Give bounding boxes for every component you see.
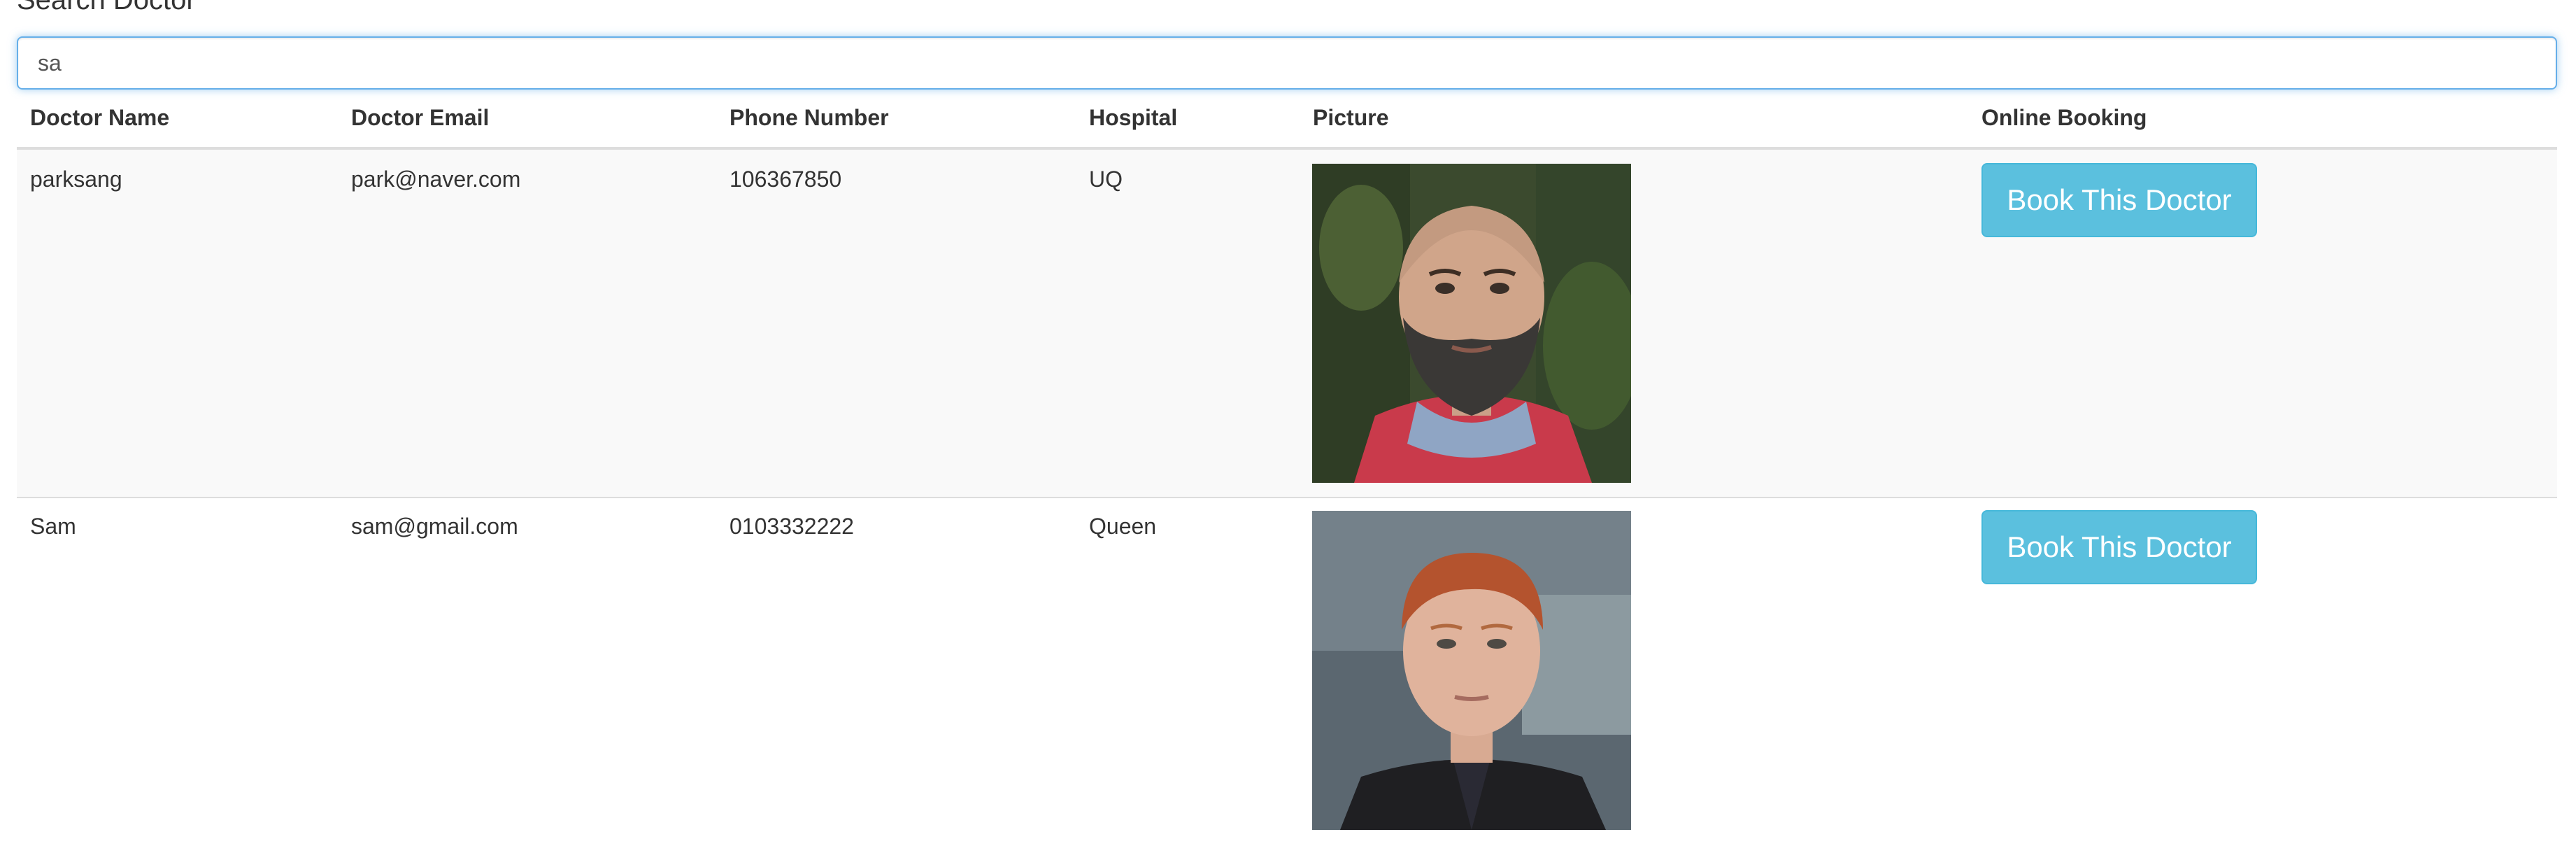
header-phone-number: Phone Number	[730, 105, 889, 130]
doctor-portrait-red-haired-man	[1312, 511, 1631, 830]
header-hospital: Hospital	[1089, 105, 1178, 130]
hospital-cell: Queen	[1089, 514, 1157, 539]
doctor-photo	[1312, 511, 1631, 830]
phone-number-cell: 106367850	[730, 167, 842, 192]
search-label: Search Doctor	[17, 0, 196, 15]
doctor-name-cell: Sam	[30, 514, 76, 539]
search-input[interactable]	[17, 36, 2557, 90]
header-online-booking: Online Booking	[1981, 105, 2147, 130]
header-picture: Picture	[1313, 105, 1389, 130]
doctor-portrait-bearded-man	[1312, 164, 1631, 483]
phone-number-cell: 0103332222	[730, 514, 854, 539]
doctor-name-cell: parksang	[30, 167, 122, 192]
header-doctor-email: Doctor Email	[351, 105, 490, 130]
book-doctor-button[interactable]: Book This Doctor	[1981, 510, 2257, 584]
doctor-email-cell: sam@gmail.com	[351, 514, 518, 539]
header-doctor-name: Doctor Name	[30, 105, 170, 130]
hospital-cell: UQ	[1089, 167, 1123, 192]
doctor-photo	[1312, 164, 1631, 483]
doctor-email-cell: park@naver.com	[351, 167, 521, 192]
doctor-search-page: Search Doctor Doctor Name Doctor Email P…	[0, 0, 2576, 846]
book-doctor-button[interactable]: Book This Doctor	[1981, 163, 2257, 237]
